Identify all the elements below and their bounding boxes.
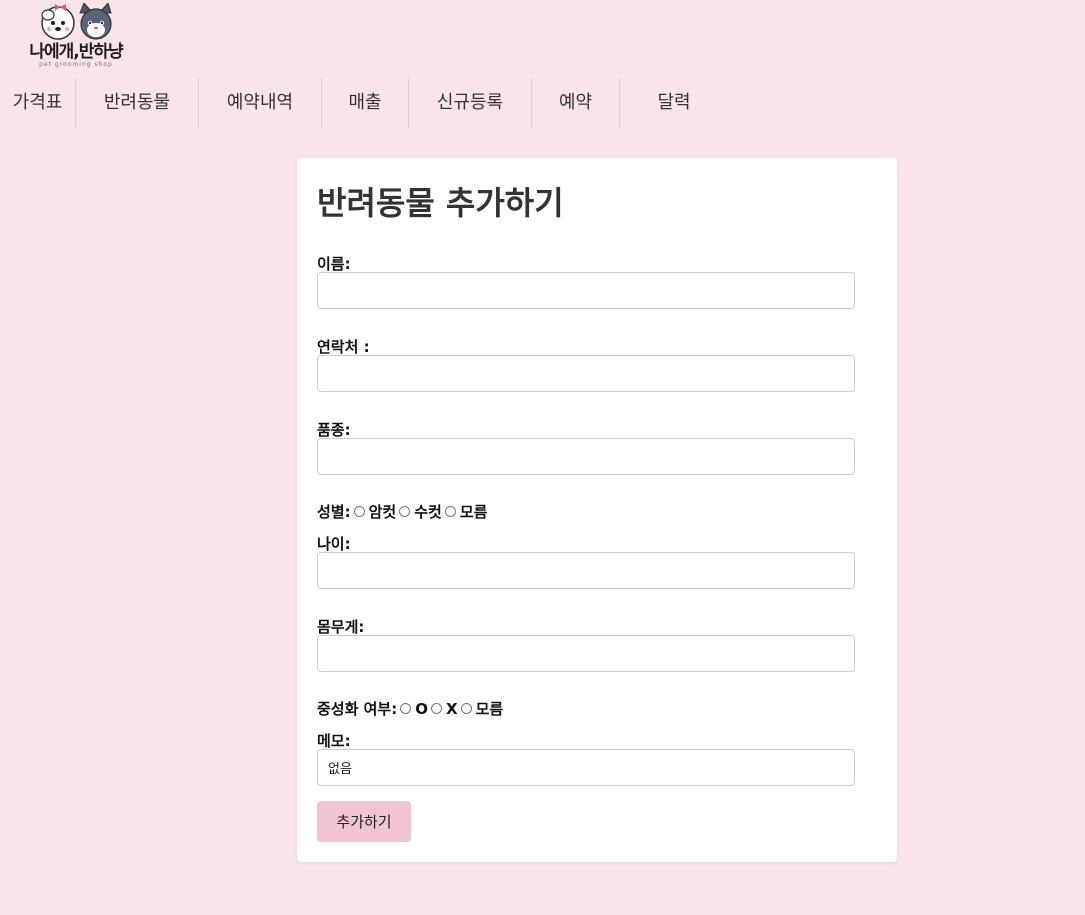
gender-unknown-label: 모름: [459, 503, 488, 521]
neutered-label: 중성화 여부:: [317, 700, 398, 718]
neutered-yes-radio[interactable]: [400, 703, 412, 714]
nav-item-new-registration[interactable]: 신규등록: [409, 78, 532, 128]
nav-item-reservation-history[interactable]: 예약내역: [199, 78, 322, 128]
name-input[interactable]: [317, 272, 855, 309]
neutered-yes-label: O: [415, 699, 428, 718]
neutered-no-radio[interactable]: [431, 703, 442, 714]
nav-item-sales[interactable]: 매출: [322, 78, 409, 128]
gender-male-radio[interactable]: [399, 506, 411, 517]
breed-label: 품종:: [317, 421, 351, 439]
age-label: 나이:: [317, 535, 351, 553]
contact-label: 연락처 :: [317, 338, 370, 356]
logo[interactable]: 나에개,반하냥 pet grooming shop: [18, 3, 134, 69]
name-label: 이름:: [317, 255, 351, 273]
nav-item-calendar[interactable]: 달력: [620, 78, 728, 128]
gender-female-radio[interactable]: [353, 506, 365, 517]
age-input[interactable]: [317, 552, 855, 589]
gender-unknown-radio[interactable]: [444, 506, 456, 517]
nav-item-reservation[interactable]: 예약: [532, 78, 620, 128]
nav-item-pets[interactable]: 반려동물: [76, 78, 199, 128]
memo-input[interactable]: [317, 749, 855, 786]
weight-input[interactable]: [317, 635, 855, 672]
logo-text: 나에개,반하냥: [29, 42, 123, 62]
gender-label: 성별:: [317, 503, 351, 521]
neutered-group: 중성화 여부: O X 모름: [317, 698, 503, 719]
page-title: 반려동물 추가하기: [317, 184, 564, 222]
add-pet-button[interactable]: 추가하기: [317, 801, 411, 842]
gender-group: 성별: 암컷 수컷 모름: [317, 501, 487, 522]
contact-input[interactable]: [317, 355, 855, 392]
neutered-unknown-radio[interactable]: [460, 703, 472, 714]
add-pet-form: 반려동물 추가하기 이름: 연락처 : 품종: 성별: 암컷 수컷 모름 나이:…: [297, 158, 897, 862]
neutered-no-label: X: [446, 699, 458, 718]
breed-input[interactable]: [317, 438, 855, 475]
memo-label: 메모:: [317, 732, 351, 750]
main-nav: 가격표 반려동물 예약내역 매출 신규등록 예약 달력: [0, 78, 728, 128]
logo-subtitle: pet grooming shop: [39, 61, 113, 68]
neutered-unknown-label: 모름: [475, 700, 504, 718]
nav-item-price-list[interactable]: 가격표: [0, 78, 76, 128]
gender-male-label: 수컷: [414, 503, 442, 521]
weight-label: 몸무게:: [317, 618, 365, 636]
gender-female-label: 암컷: [368, 503, 397, 521]
